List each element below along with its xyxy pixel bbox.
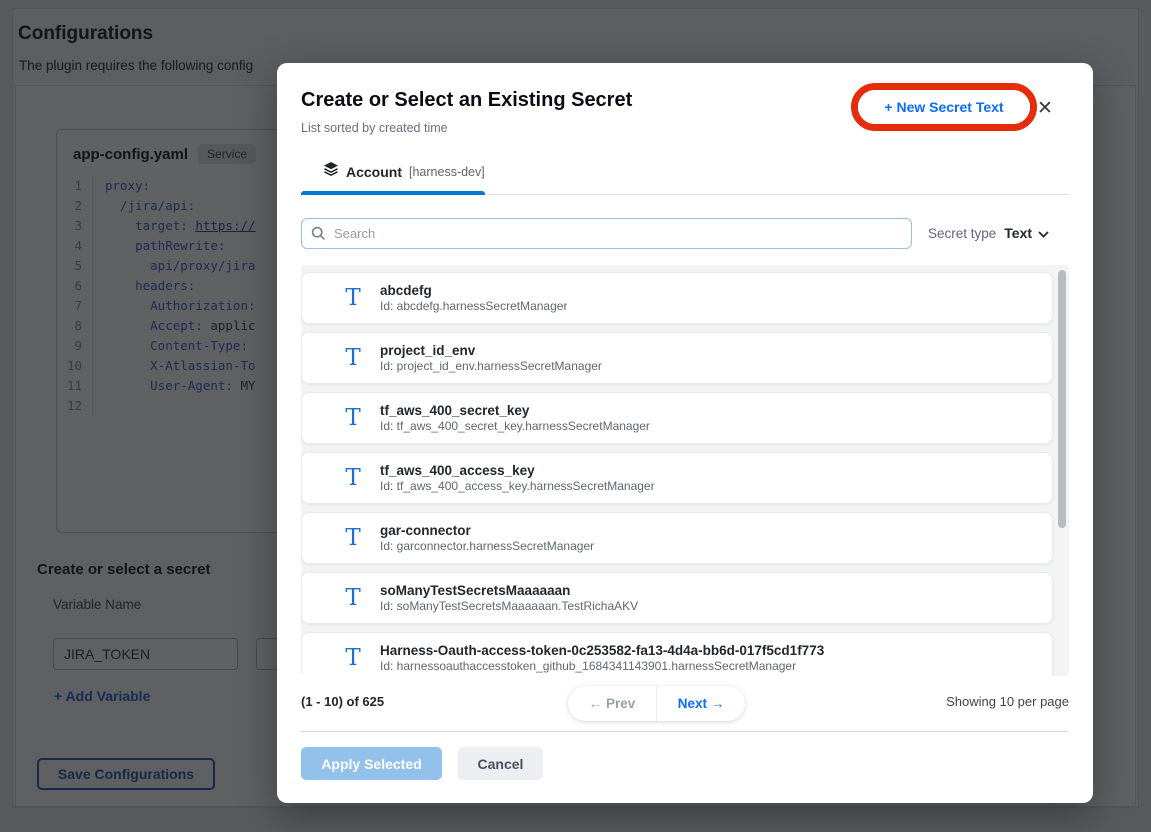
search-input[interactable] — [301, 218, 912, 249]
secret-list-item[interactable]: T gar-connectorId: garconnector.harnessS… — [301, 512, 1053, 564]
close-icon[interactable]: ✕ — [1037, 99, 1053, 118]
tab-active-underline — [301, 191, 485, 195]
select-secret-modal: Create or Select an Existing Secret List… — [277, 63, 1093, 803]
scrollbar-track[interactable] — [1057, 268, 1067, 673]
modal-subtitle: List sorted by created time — [301, 121, 448, 135]
cancel-button[interactable]: Cancel — [458, 747, 543, 780]
text-secret-icon: T — [340, 587, 366, 610]
tab-account-label: Account — [346, 164, 402, 180]
text-secret-icon: T — [340, 287, 366, 310]
chevron-down-icon — [1038, 225, 1049, 241]
secret-type-filter: Secret type Text — [928, 225, 1049, 241]
modal-title: Create or Select an Existing Secret — [301, 89, 632, 112]
per-page-label: Showing 10 per page — [946, 694, 1069, 709]
secret-type-label: Secret type — [928, 226, 996, 241]
text-secret-icon: T — [340, 527, 366, 550]
footer-divider — [301, 731, 1069, 732]
layers-icon — [323, 161, 339, 182]
next-page-button[interactable]: Next → — [657, 686, 745, 721]
new-secret-text-button[interactable]: + New Secret Text — [858, 90, 1030, 124]
secret-list-item[interactable]: T tf_aws_400_secret_keyId: tf_aws_400_se… — [301, 392, 1053, 444]
tab-account[interactable]: Account [harness-dev] — [323, 161, 485, 182]
secret-type-dropdown[interactable]: Text — [1004, 225, 1049, 241]
secret-list-item[interactable]: T soManyTestSecretsMaaaaaanId: soManyTes… — [301, 572, 1053, 624]
secret-list-item[interactable]: T Harness-Oauth-access-token-0c253582-fa… — [301, 632, 1053, 676]
text-secret-icon: T — [340, 647, 366, 670]
secret-list-item[interactable]: T tf_aws_400_access_keyId: tf_aws_400_ac… — [301, 452, 1053, 504]
text-secret-icon: T — [340, 347, 366, 370]
secrets-list: T abcdefgId: abcdefg.harnessSecretManage… — [301, 265, 1069, 676]
text-secret-icon: T — [340, 467, 366, 490]
apply-selected-button[interactable]: Apply Selected — [301, 747, 442, 780]
scrollbar-thumb[interactable] — [1058, 270, 1066, 528]
text-secret-icon: T — [340, 407, 366, 430]
tab-account-scope: [harness-dev] — [409, 165, 485, 179]
secret-list-item[interactable]: T project_id_envId: project_id_env.harne… — [301, 332, 1053, 384]
red-highlight-annotation: + New Secret Text — [851, 83, 1037, 131]
secret-list-item[interactable]: T abcdefgId: abcdefg.harnessSecretManage… — [301, 272, 1053, 324]
prev-page-button[interactable]: ← Prev — [568, 686, 657, 721]
search-icon — [311, 226, 326, 246]
pagination-pager: ← Prev Next → — [568, 686, 745, 721]
pagination-range: (1 - 10) of 625 — [301, 694, 384, 709]
